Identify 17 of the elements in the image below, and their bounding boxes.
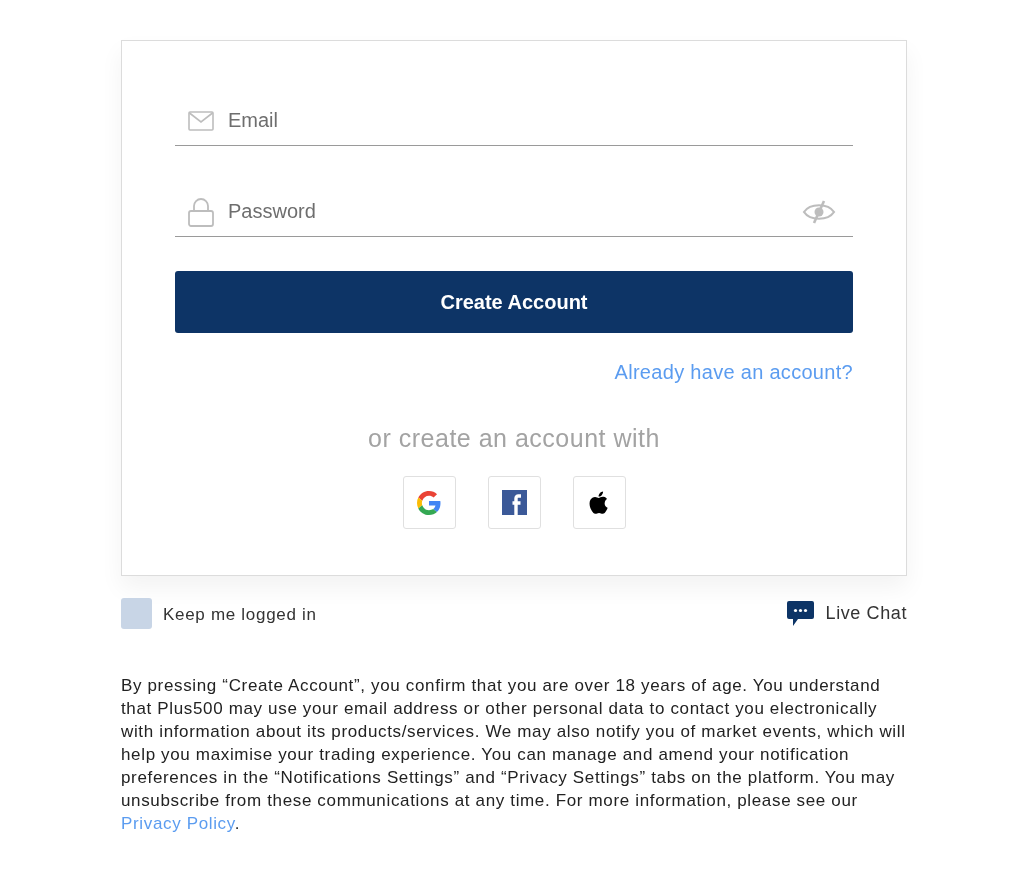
- chat-bubble-icon: [786, 601, 814, 626]
- envelope-icon: [188, 111, 214, 131]
- google-button[interactable]: [402, 476, 456, 529]
- password-field[interactable]: Password: [175, 187, 853, 237]
- apple-logo-icon: [589, 491, 609, 514]
- disclaimer-text: By pressing “Create Account”, you confirm that you are over 18 years of age. You understand that Plus500 may use your email address or other personal data to contact you electronically with information about its products/services. We may also notify you of market events, which will help you maximise your trading experience. You can manage and amend your notification preferences in the “Notifications Settings” and “Privacy Settings” tabs on the platform. You may unsubscribe from these communications at any time. For more information, please see our Privacy Policy.: [121, 675, 907, 835]
- facebook-logo-icon: [501, 490, 527, 515]
- apple-button[interactable]: [572, 476, 626, 529]
- checkbox-label: Keep me logged in: [163, 604, 317, 625]
- facebook-button[interactable]: [487, 476, 541, 529]
- create-account-button[interactable]: Create Account: [175, 271, 853, 333]
- social-prompt: or create an account with: [368, 423, 660, 453]
- live-chat-button[interactable]: Live Chat: [786, 601, 907, 626]
- lock-icon: [188, 197, 214, 227]
- google-logo-icon: [417, 490, 441, 515]
- checkbox[interactable]: [121, 598, 152, 629]
- email-field[interactable]: Email: [175, 96, 853, 146]
